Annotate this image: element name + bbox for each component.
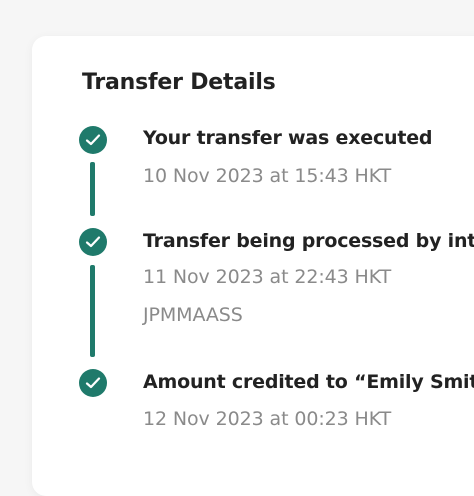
step-title: Amount credited to “Emily Smith [143,371,474,393]
transfer-timeline: Your transfer was executed 10 Nov 2023 a… [0,0,474,474]
check-icon [79,369,107,397]
step-title: Your transfer was executed [143,127,433,149]
step-title: Transfer being processed by inte [143,230,474,252]
step-timestamp: 11 Nov 2023 at 22:43 HKT [143,266,392,288]
step-timestamp: 10 Nov 2023 at 15:43 HKT [143,165,392,187]
check-icon [79,228,107,256]
check-icon [79,126,107,154]
timeline-connector [90,162,95,216]
timeline-connector [90,265,95,357]
step-timestamp: 12 Nov 2023 at 00:23 HKT [143,408,392,430]
step-reference: JPMMAASS [143,304,243,326]
